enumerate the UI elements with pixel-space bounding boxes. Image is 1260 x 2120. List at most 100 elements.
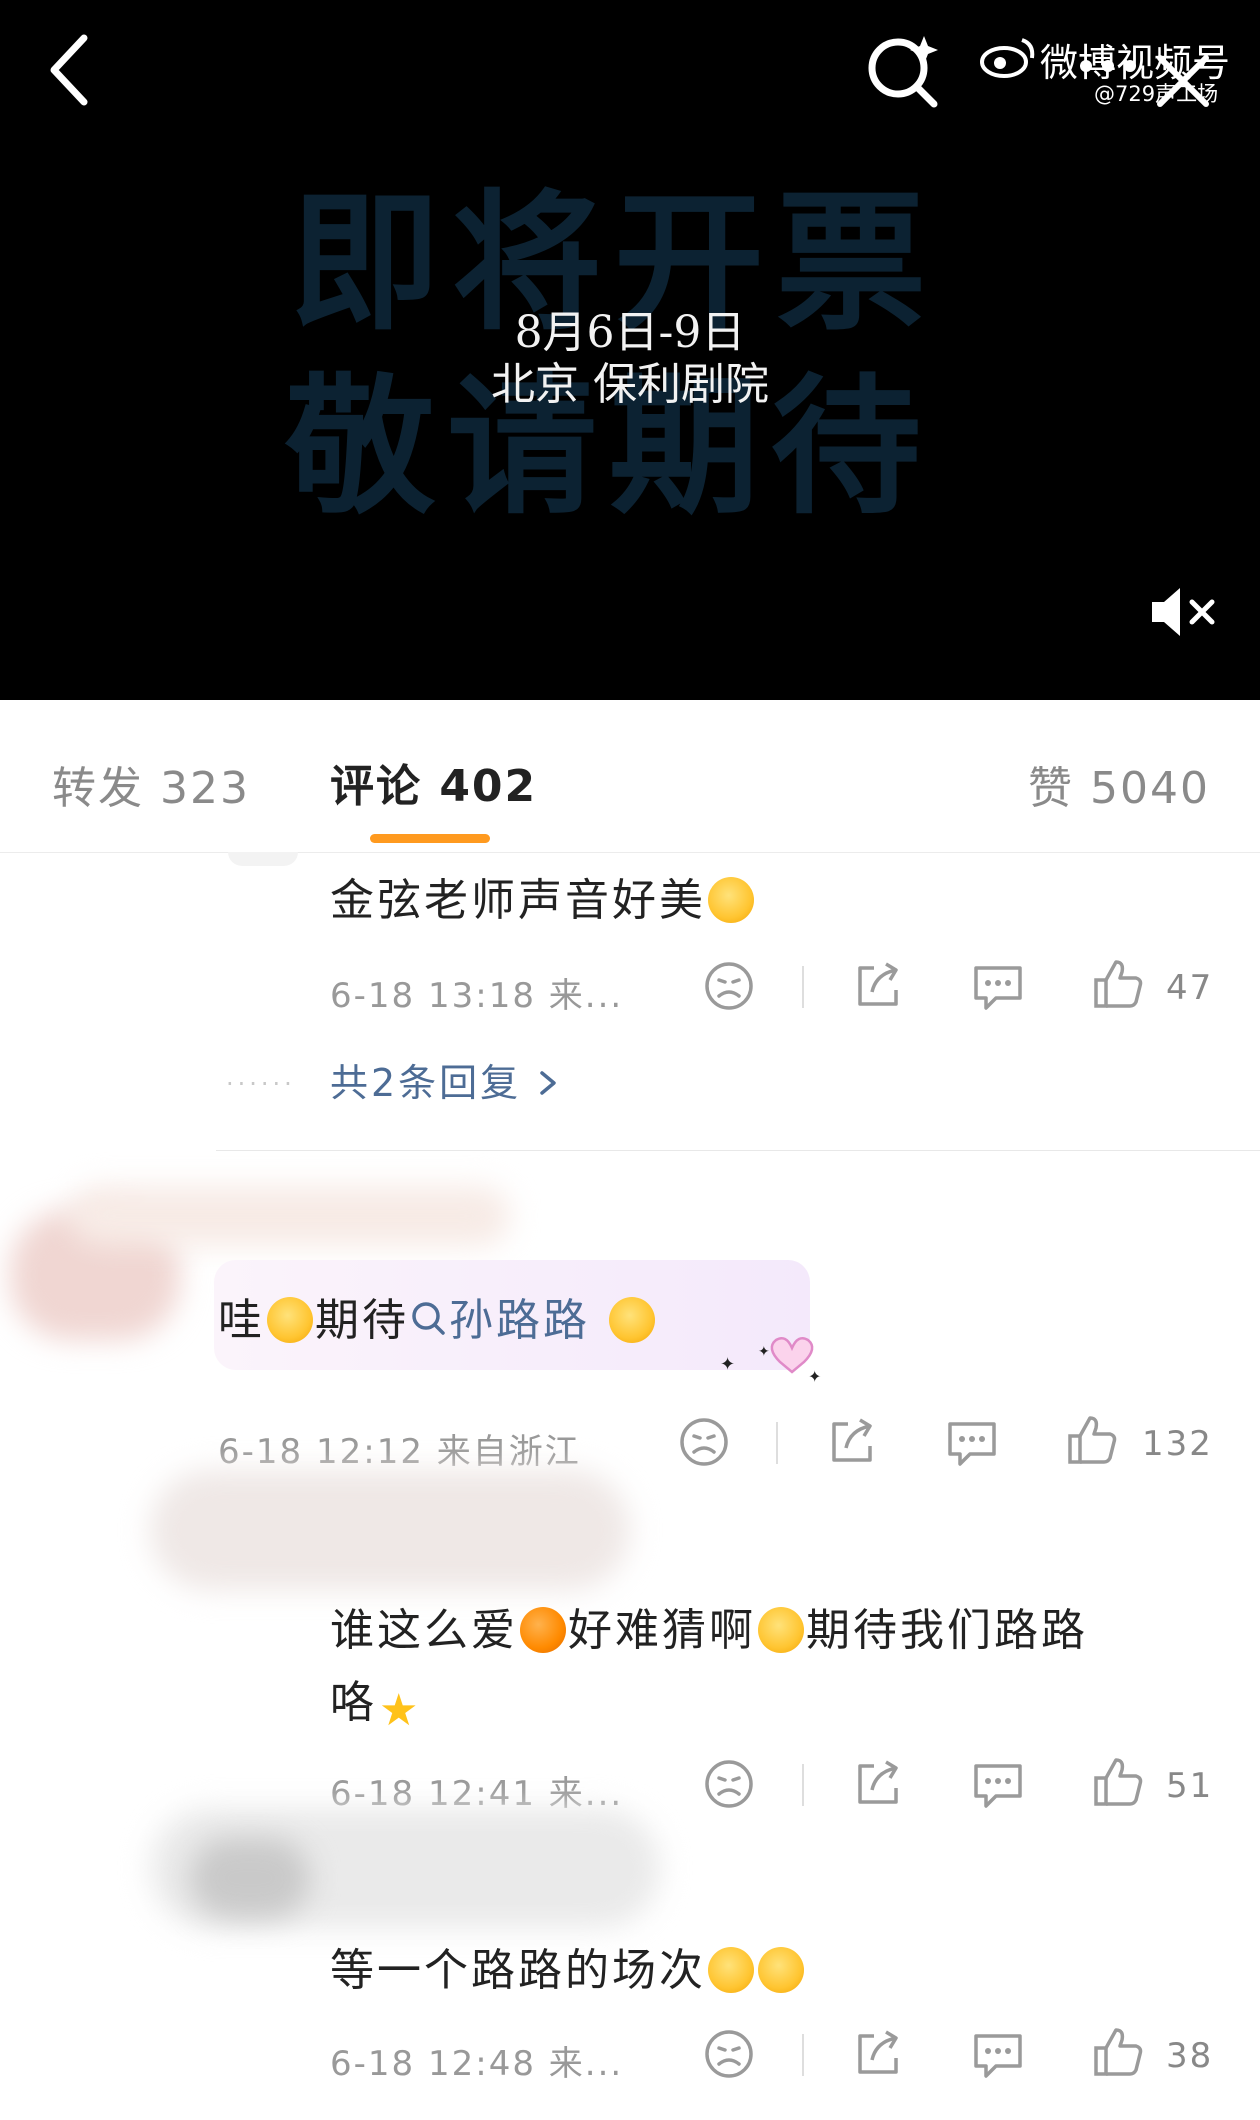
avatar-partial[interactable] (228, 852, 298, 866)
comment-meta: 6-18 13:18 来... (330, 976, 624, 1016)
like-button[interactable] (1064, 1412, 1120, 1472)
comment-meta: 6-18 12:48 来... (330, 2044, 624, 2084)
active-tab-indicator (370, 834, 490, 843)
like-button[interactable] (1090, 2024, 1146, 2084)
view-replies-link[interactable]: 共2条回复 (330, 1052, 560, 1107)
unhappy-face-icon (705, 1760, 753, 1808)
crying-emoji-icon (758, 1607, 804, 1653)
unhappy-face-icon (705, 2030, 753, 2078)
avatar-and-username[interactable] (150, 1470, 630, 1590)
share-icon (858, 2030, 898, 2074)
reply-thread-dots: ······ (226, 1070, 296, 1098)
mention-link[interactable]: 孙路路 (409, 1295, 590, 1346)
avatar[interactable] (190, 1838, 310, 1918)
action-separator (776, 1422, 778, 1464)
comment-icon (974, 2034, 1022, 2078)
share-button[interactable] (852, 960, 904, 1016)
reply-button[interactable] (970, 960, 1026, 1016)
mention-name: 孙路路 (449, 1295, 590, 1346)
thumb-up-icon (1094, 1758, 1143, 1806)
share-icon (858, 1760, 898, 1804)
comment-word: 期待我们路路 (806, 1605, 1088, 1656)
video-player[interactable]: 即将开票 敬请期待 8月6日-9日 北京 保利剧院 微博视频号 @729声工场 (0, 0, 1260, 700)
like-count: 38 (1166, 2036, 1214, 2076)
username[interactable] (70, 1186, 510, 1246)
tab-likes[interactable]: 赞 5040 (1028, 752, 1210, 816)
mute-icon (1152, 588, 1215, 636)
action-separator (802, 2034, 804, 2076)
orange-emoji-icon (520, 1607, 566, 1653)
like-button[interactable] (1090, 956, 1146, 1016)
more-dots-icon (1080, 60, 1136, 72)
action-separator (802, 1764, 804, 1806)
svg-text:✦: ✦ (720, 1354, 735, 1375)
comment-word: 哇 (218, 1295, 265, 1346)
comment-text: 等一个路路的场次 (330, 1934, 806, 1998)
heart-eyes-emoji-icon (267, 1297, 313, 1343)
heart-sticker: ✦ ✦ ✦ (700, 1326, 830, 1390)
comment-text: 金弦老师声音好美 (330, 864, 756, 928)
like-count: 51 (1166, 1766, 1214, 1806)
back-button[interactable] (40, 30, 110, 110)
view-replies-label: 共2条回复 (330, 1061, 522, 1105)
comment-word: 咯 (330, 1677, 377, 1728)
close-icon (1157, 55, 1209, 107)
pleading-emoji-icon (708, 877, 754, 923)
reply-button[interactable] (970, 1758, 1026, 1814)
share-button[interactable] (826, 1416, 878, 1472)
dislike-button[interactable] (678, 1416, 730, 1472)
unhappy-face-icon (680, 1418, 728, 1466)
action-separator (802, 966, 804, 1008)
share-button[interactable] (852, 2028, 904, 2084)
heart-sparkle-icon: ✦ ✦ ✦ (720, 1337, 821, 1386)
like-count: 47 (1166, 968, 1214, 1008)
comment-meta: 6-18 12:12 来自浙江 (218, 1432, 581, 1472)
comment-word: 谁这么爱 (330, 1605, 518, 1656)
comment-icon (974, 966, 1022, 1010)
weibo-logo (978, 34, 1038, 82)
comment-text-line2: 咯★ (330, 1666, 423, 1736)
crying-emoji-icon (758, 1947, 804, 1993)
unhappy-face-icon (705, 962, 753, 1010)
tab-repost[interactable]: 转发 323 (52, 752, 250, 816)
star-emoji-icon: ★ (379, 1685, 422, 1736)
back-arrow-icon (50, 34, 88, 106)
thumb-up-icon (1094, 960, 1143, 1008)
comment-word: 期待 (315, 1295, 409, 1346)
search-link-icon (412, 1302, 445, 1335)
tab-bar: 转发 323 评论 402 赞 5040 (0, 700, 1260, 853)
dislike-button[interactable] (703, 2028, 755, 2084)
reply-button[interactable] (944, 1416, 1000, 1472)
tab-comments[interactable]: 评论 402 (330, 750, 537, 814)
thumb-up-icon (1094, 2028, 1143, 2076)
dislike-button[interactable] (703, 1758, 755, 1814)
comment-icon (974, 1764, 1022, 1808)
comment-body: 等一个路路的场次 (330, 1945, 706, 1996)
comment-divider (216, 1150, 1260, 1151)
like-count: 132 (1142, 1424, 1213, 1464)
search-icon (868, 36, 938, 108)
like-button[interactable] (1090, 1754, 1146, 1814)
comment-icon (948, 1422, 996, 1466)
comment-text: 谁这么爱 好难猜啊 期待我们路路 (330, 1594, 1088, 1658)
video-venue-text: 北京 保利剧院 (491, 359, 769, 410)
svg-text:✦: ✦ (758, 1344, 770, 1360)
bottom-fade (0, 2084, 1260, 2120)
more-dots[interactable] (1078, 56, 1138, 80)
comment-text: 哇期待 孙路路 (218, 1284, 657, 1348)
comment-word: 好难猜啊 (568, 1605, 756, 1656)
search-button[interactable] (862, 28, 942, 108)
reply-button[interactable] (970, 2028, 1026, 2084)
heart-eyes-emoji-icon (609, 1297, 655, 1343)
weibo-logo-icon (980, 38, 1035, 78)
dislike-button[interactable] (703, 960, 755, 1016)
mute-button[interactable] (1148, 584, 1220, 640)
close-button[interactable] (1148, 46, 1218, 116)
share-button[interactable] (852, 1758, 904, 1814)
thumb-up-icon (1068, 1416, 1117, 1464)
svg-text:✦: ✦ (808, 1367, 821, 1386)
comment-body: 金弦老师声音好美 (330, 875, 706, 926)
share-icon (832, 1418, 872, 1462)
chevron-right-icon (540, 1071, 557, 1095)
crying-emoji-icon (708, 1947, 754, 1993)
